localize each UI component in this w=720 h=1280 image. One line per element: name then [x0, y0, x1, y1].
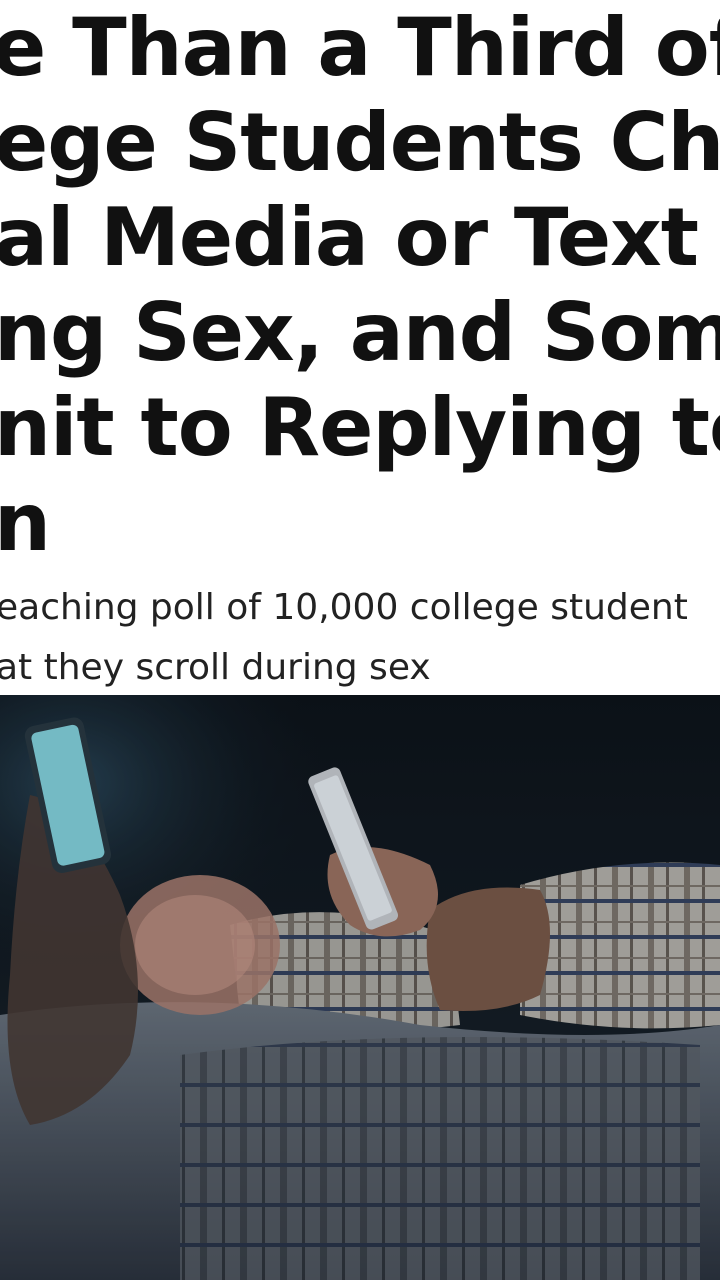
article-headline: e Than a Third of ege Students Check al …	[0, 0, 720, 585]
headline-line-5: nit to Replying to	[0, 381, 720, 474]
subtitle-line-1: eaching poll of 10,000 college student	[0, 587, 688, 628]
subtitle-line-2: at they scroll during sex	[0, 647, 431, 688]
headline-line-6: n	[0, 476, 51, 569]
headline-line-3: al Media or Text	[0, 191, 699, 284]
photo-illustration	[0, 695, 720, 1280]
headline-line-4: ng Sex, and Some	[0, 286, 720, 379]
article-photo	[0, 695, 720, 1280]
headline-line-2: ege Students Check	[0, 96, 720, 189]
headline-line-1: e Than a Third of	[0, 1, 720, 94]
